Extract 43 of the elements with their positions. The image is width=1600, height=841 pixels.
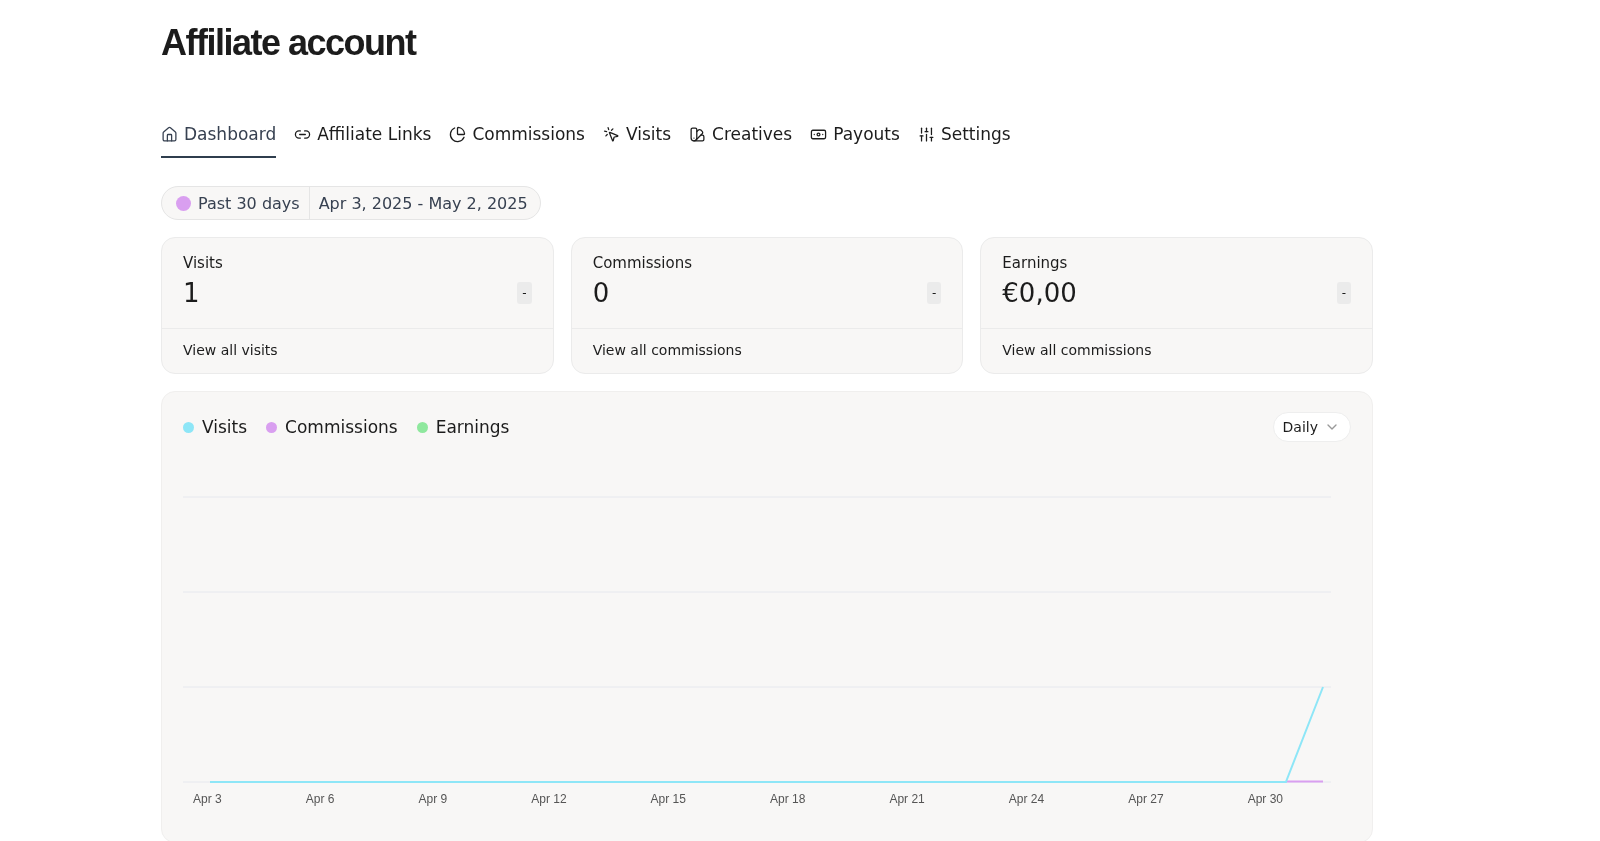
nav-tab[interactable]: Settings [917,124,1011,158]
legend-label: Commissions [285,417,398,437]
axis-label: Apr 3 [193,792,222,806]
axis-label: Apr 12 [531,792,567,806]
change-indicator: - [927,282,942,304]
axis-label: Apr 6 [305,792,335,806]
view-all-link[interactable]: View all commissions [571,329,963,373]
stat-value: €0,00 [1002,278,1077,308]
axis-label: Apr 15 [650,792,686,806]
commissions-line [1284,780,1324,783]
nav-tab[interactable]: Creatives [689,124,793,158]
stat-value: 0 [592,278,610,308]
sliders-icon [917,125,935,143]
axis-label: Apr 18 [770,792,806,806]
stat-label: Commissions [592,254,693,272]
pie-chart-icon [449,125,467,143]
swatch-book-icon [689,125,707,143]
nav-tab[interactable]: Affiliate Links [294,124,432,158]
cursor-click-icon [602,125,620,143]
nav-tab[interactable]: Dashboard [161,124,277,158]
view-all-link[interactable]: View all commissions [981,329,1372,373]
axis-label: Apr 30 [1247,792,1283,806]
axis-label: Apr 27 [1128,792,1164,806]
date-range-picker[interactable]: Past 30 days Apr 3, 2025 - May 2, 2025 [161,186,541,220]
view-all-link[interactable]: View all visits [162,329,553,373]
stat-label: Earnings [1002,254,1069,272]
change-indicator: - [1336,282,1351,304]
home-icon [161,125,178,143]
date-range-text: Apr 3, 2025 - May 2, 2025 [308,187,540,219]
change-indicator: - [517,282,532,304]
legend-label: Visits [202,417,248,437]
page-title: Affiliate account [161,22,418,64]
preset-option[interactable]: Past 30 days [162,187,309,219]
nav-tab[interactable]: Payouts [810,124,900,158]
axis-label: Apr 9 [418,792,448,806]
legend-label: Earnings [435,417,510,437]
stat-label: Visits [183,254,224,272]
axis-label: Apr 24 [1008,792,1045,806]
nav-tab[interactable]: Visits [602,124,672,158]
interval-dropdown[interactable]: Daily [1272,412,1351,442]
axis-label: Apr 21 [889,792,925,806]
nav-tab[interactable]: Commissions [449,124,585,158]
stat-value: 1 [183,278,200,308]
